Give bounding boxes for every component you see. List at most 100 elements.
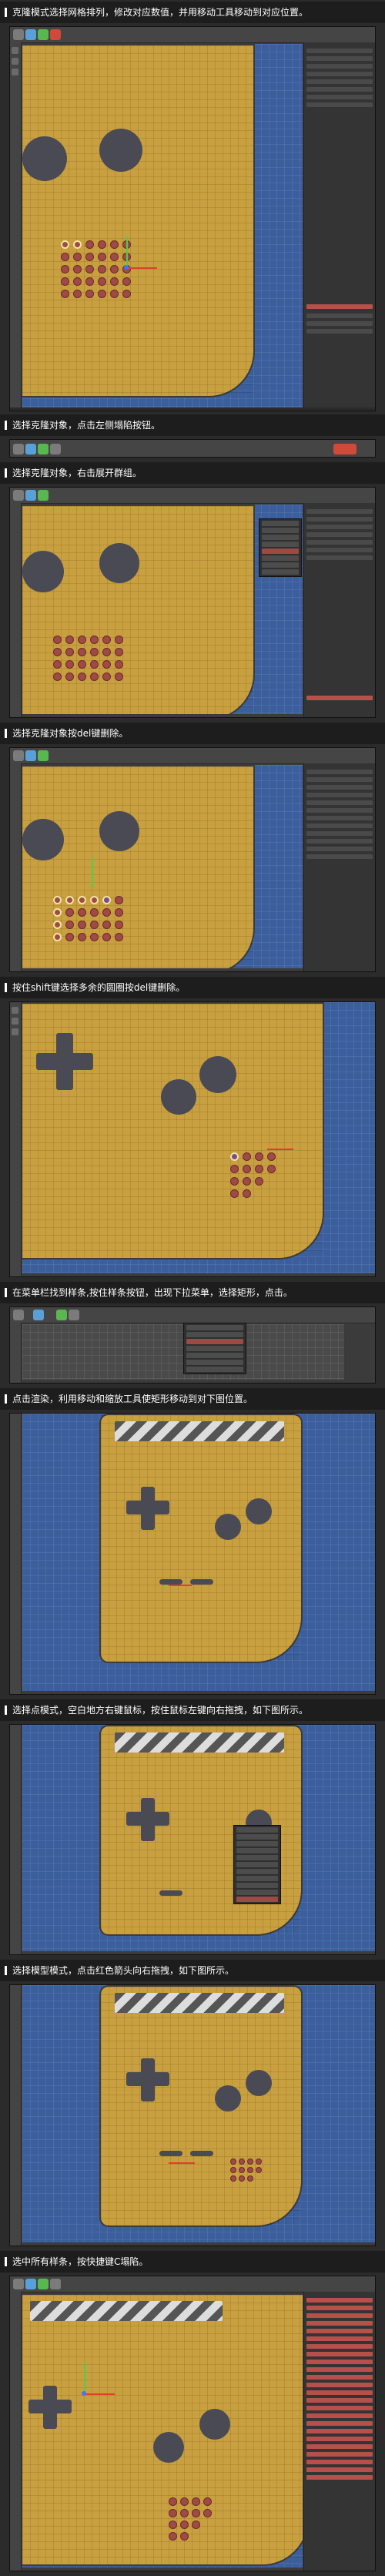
menu-item[interactable] (236, 1855, 278, 1860)
attribute-row[interactable] (306, 314, 373, 318)
menu-item[interactable] (186, 1332, 243, 1337)
scale-icon[interactable] (38, 29, 49, 40)
clone-dot[interactable] (110, 290, 119, 298)
menu-item[interactable] (236, 1841, 278, 1846)
menu-item[interactable] (262, 542, 299, 547)
speaker-dot[interactable] (243, 1189, 251, 1198)
render-icon[interactable] (50, 29, 61, 40)
scale-icon[interactable] (38, 2279, 49, 2289)
clone-dot[interactable] (102, 660, 111, 669)
menu-item[interactable] (186, 1325, 243, 1330)
clone-dot[interactable] (73, 253, 82, 261)
undo-icon[interactable] (13, 750, 24, 761)
object-row-selected[interactable] (306, 2298, 373, 2303)
clone-dot[interactable] (115, 896, 123, 904)
clone-dot[interactable] (90, 896, 99, 904)
object-row[interactable] (306, 555, 373, 560)
move-axis-y[interactable] (126, 236, 128, 267)
clone-dot[interactable] (65, 673, 74, 681)
clone-dot[interactable] (90, 908, 99, 917)
move-axis-x[interactable] (267, 1149, 293, 1150)
speaker-dot[interactable] (247, 2158, 253, 2165)
scale-icon[interactable] (38, 490, 49, 501)
move-icon[interactable] (33, 1310, 44, 1320)
clone-dot[interactable] (78, 896, 86, 904)
object-row[interactable] (306, 64, 373, 69)
speaker-dot[interactable] (169, 2521, 177, 2529)
move-axis-z[interactable] (82, 2391, 86, 2396)
attribute-row[interactable] (306, 329, 373, 334)
speaker-dot[interactable] (180, 2509, 189, 2517)
clone-dot[interactable] (65, 921, 74, 929)
move-icon[interactable] (25, 29, 36, 40)
object-row[interactable] (306, 49, 373, 53)
clone-dot[interactable] (61, 253, 69, 261)
object-row-selected[interactable] (306, 2452, 373, 2457)
object-row-selected[interactable] (306, 2444, 373, 2449)
clone-dot[interactable] (102, 908, 111, 917)
speaker-dot[interactable] (239, 2175, 245, 2182)
object-row[interactable] (306, 56, 373, 61)
clone-dot[interactable] (110, 277, 119, 286)
speaker-dot[interactable] (243, 1165, 251, 1173)
clone-dot[interactable] (73, 290, 82, 298)
speaker-dot[interactable] (169, 2509, 177, 2517)
clone-dot[interactable] (78, 673, 86, 681)
clone-dot[interactable] (85, 240, 94, 249)
menu-item[interactable] (236, 1862, 278, 1867)
attribute-row[interactable] (306, 321, 373, 326)
object-row[interactable] (306, 823, 373, 828)
speaker-dot[interactable] (247, 2175, 253, 2182)
speaker-dot[interactable] (230, 2158, 236, 2165)
object-row-selected[interactable] (306, 2421, 373, 2426)
clone-dot[interactable] (110, 240, 119, 249)
speaker-dot[interactable] (239, 2167, 245, 2173)
menu-item-selected[interactable] (262, 548, 299, 554)
speaker-dot[interactable] (267, 1152, 276, 1161)
object-row[interactable] (306, 72, 373, 76)
clone-dot[interactable] (102, 896, 111, 904)
clone-dot[interactable] (65, 896, 74, 904)
object-row[interactable] (306, 525, 373, 529)
speaker-dot[interactable] (192, 2497, 200, 2506)
speaker-dot[interactable] (192, 2509, 200, 2517)
move-icon[interactable] (25, 490, 36, 501)
clone-dot[interactable] (65, 636, 74, 644)
object-row-selected[interactable] (306, 2390, 373, 2395)
object-row[interactable] (306, 785, 373, 790)
object-row-selected[interactable] (306, 2375, 373, 2380)
clone-dot[interactable] (53, 648, 62, 656)
object-row[interactable] (306, 777, 373, 782)
clone-dot[interactable] (102, 648, 111, 656)
clone-dot[interactable] (102, 921, 111, 929)
viewport[interactable] (22, 44, 303, 408)
attribute-row-selected[interactable] (306, 304, 373, 309)
menu-item[interactable] (262, 521, 299, 526)
menu-item[interactable] (186, 1346, 243, 1351)
clone-dot[interactable] (73, 265, 82, 273)
clone-dot[interactable] (115, 648, 123, 656)
speaker-dot[interactable] (243, 1177, 251, 1186)
clone-dot[interactable] (53, 660, 62, 669)
speaker-dot[interactable] (247, 2167, 253, 2173)
speaker-dot[interactable] (256, 2158, 262, 2165)
clone-dot[interactable] (115, 660, 123, 669)
menu-item[interactable] (186, 1360, 243, 1365)
menu-item[interactable] (236, 1834, 278, 1840)
object-row-selected[interactable] (306, 2329, 373, 2333)
clone-dot[interactable] (115, 636, 123, 644)
object-row[interactable] (306, 839, 373, 844)
move-axis-z[interactable] (124, 265, 129, 270)
speaker-dot[interactable] (255, 1177, 263, 1186)
object-row[interactable] (306, 808, 373, 813)
object-row[interactable] (306, 517, 373, 522)
object-row-selected[interactable] (306, 2360, 373, 2364)
object-row[interactable] (306, 816, 373, 820)
clone-dot[interactable] (90, 921, 99, 929)
speaker-dot[interactable] (230, 2167, 236, 2173)
object-row-selected[interactable] (306, 2367, 373, 2372)
speaker-dot[interactable] (169, 2532, 177, 2541)
object-row-selected[interactable] (306, 2460, 373, 2464)
object-row-selected[interactable] (306, 2383, 373, 2387)
object-row-selected[interactable] (306, 2313, 373, 2318)
